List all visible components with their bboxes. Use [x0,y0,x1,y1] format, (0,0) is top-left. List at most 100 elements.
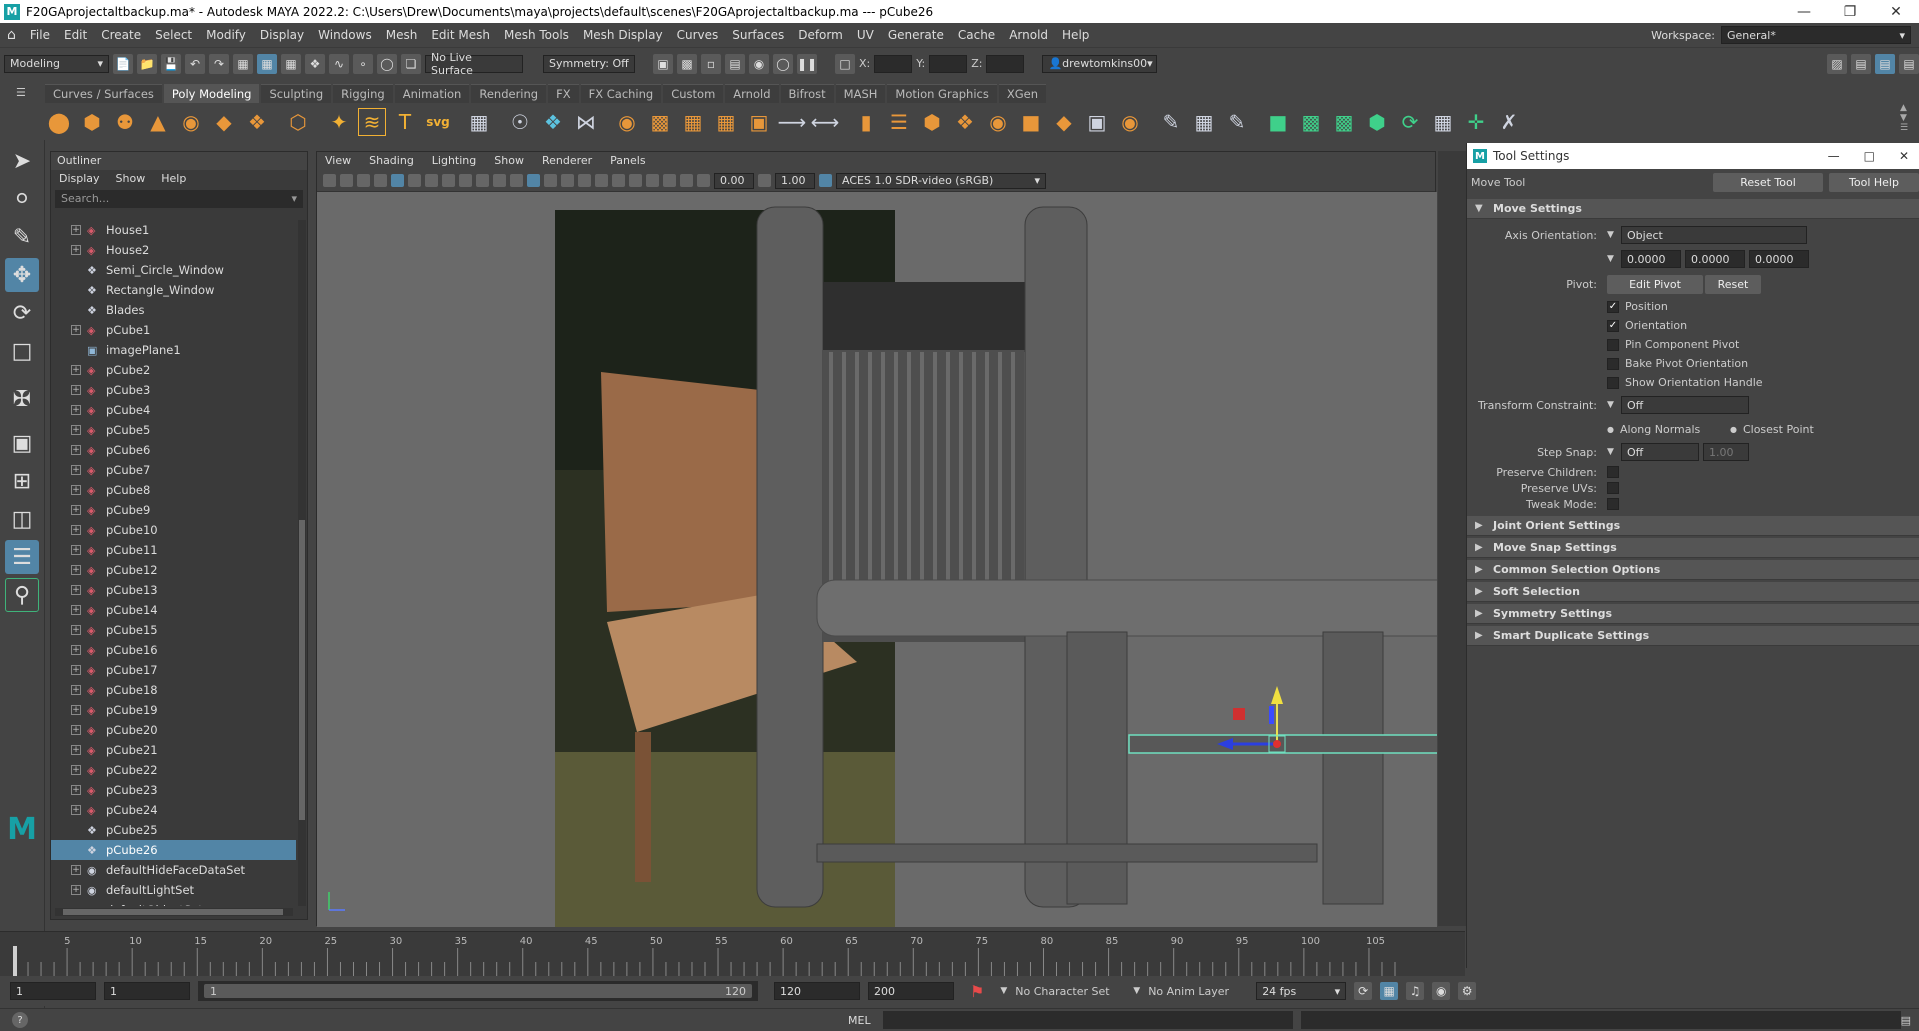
close-icon[interactable]: ✕ [1873,4,1919,20]
render-frame-icon[interactable]: ▩ [677,53,697,74]
uv-spherical-icon[interactable]: ▩ [1330,108,1358,136]
xray-joints-icon[interactable] [663,174,676,187]
shelf-tab-fx[interactable]: FX [548,84,579,103]
tool-help-button[interactable]: Tool Help [1829,172,1919,192]
select-object-icon[interactable]: ▦ [257,53,277,74]
outliner-menu-help[interactable]: Help [161,172,186,186]
outliner-item[interactable]: + ◈ pCube23 [51,780,296,800]
fps-dropdown[interactable]: 24 fps ▾ [1256,982,1347,1000]
backface-icon[interactable] [680,174,693,187]
viewport-menu-renderer[interactable]: Renderer [542,154,592,168]
wireframe-icon[interactable] [510,174,523,187]
preserve-uvs-checkbox[interactable] [1607,482,1619,494]
menu-mesh-tools[interactable]: Mesh Tools [497,28,576,42]
checkbox-checked-icon[interactable]: ✓ [1607,300,1619,313]
tool-settings-icon[interactable]: ▤ [1875,53,1895,74]
circularize-icon[interactable]: ■ [1017,108,1045,136]
3d-scene-view[interactable] [317,192,1437,927]
radio-selected-icon[interactable]: ● [1607,425,1614,434]
two-view-icon[interactable]: ◫ [5,502,39,536]
expand-plus-icon[interactable]: + [71,705,81,715]
start-frame-field[interactable]: 1 [10,982,96,1000]
select-component-icon[interactable]: ▦ [281,53,301,74]
poly-sphere-icon[interactable]: ⬤ [45,108,73,136]
camera-icon[interactable] [323,174,336,187]
separate-icon[interactable]: ❖ [539,108,567,136]
auto-key-icon[interactable]: ⚑ [970,982,984,1001]
menu-generate[interactable]: Generate [881,28,951,42]
dropdown-arrow-icon[interactable]: ▼ [1607,400,1621,410]
outliner-item[interactable]: + ◈ pCube1 [51,320,296,340]
viewport-menu-shading[interactable]: Shading [369,154,414,168]
outliner-item[interactable]: ◉ defaultObjectSet [51,900,296,906]
snap-point-icon[interactable]: ∘ [353,53,373,74]
uv-unfold-icon[interactable]: ⟳ [1396,108,1424,136]
chamfer-icon[interactable]: ◉ [1116,108,1144,136]
shelf-tab-curves-surfaces[interactable]: Curves / Surfaces [45,84,162,103]
remesh-icon[interactable]: ▦ [679,108,707,136]
outliner-item[interactable]: + ◈ pCube17 [51,660,296,680]
checkbox-unchecked-icon[interactable] [1607,357,1619,370]
menu-deform[interactable]: Deform [791,28,850,42]
expand-plus-icon[interactable]: + [71,505,81,515]
expand-plus-icon[interactable]: + [71,765,81,775]
snap-view-icon[interactable]: ◯ [377,53,397,74]
transform-constraint-field[interactable]: Off [1621,396,1749,414]
collapse-icon[interactable]: ◆ [1050,108,1078,136]
rotate-tool-icon[interactable]: ⟳ [5,296,39,330]
user-account-dropdown[interactable]: 👤 drewtomkins00 ▾ [1042,54,1158,73]
uv-planar-icon[interactable]: ■ [1264,108,1292,136]
menu-create[interactable]: Create [94,28,148,42]
resolution-gate-icon[interactable] [425,174,438,187]
command-input[interactable] [882,1011,1293,1029]
outliner-item[interactable]: + ◈ pCube24 [51,800,296,820]
step-snap-field[interactable]: Off [1621,443,1699,461]
outliner-item[interactable]: ▣ imagePlane1 [51,340,296,360]
exposure-field[interactable]: 0.00 [714,172,754,189]
minimize-icon[interactable]: — [1828,149,1840,163]
radio-unselected-icon[interactable]: ● [1730,425,1737,434]
outliner-item[interactable]: + ◈ pCube12 [51,560,296,580]
dropdown-arrow-icon[interactable]: ▼ [1607,447,1621,457]
menu-mesh[interactable]: Mesh [379,28,425,42]
uv-cylindrical-icon[interactable]: ▩ [1297,108,1325,136]
expand-plus-icon[interactable]: + [71,685,81,695]
maximize-icon[interactable]: □ [1864,149,1875,163]
outliner-item[interactable]: + ◈ pCube3 [51,380,296,400]
merge-icon[interactable]: ▣ [1083,108,1111,136]
current-frame-field[interactable]: 1 [104,982,190,1000]
section-symmetry-settings[interactable]: ▶ Symmetry Settings [1467,604,1919,624]
viewport-menu-lighting[interactable]: Lighting [432,154,476,168]
expand-plus-icon[interactable]: + [71,325,81,335]
section-joint-orient-settings[interactable]: ▶ Joint Orient Settings [1467,516,1919,536]
tweak-mode-checkbox[interactable] [1607,498,1619,510]
lasso-tool-icon[interactable]: ⚪ [5,182,39,216]
shelf-tab-rendering[interactable]: Rendering [471,84,547,103]
type-icon[interactable]: T [391,108,419,136]
snap-surface-icon[interactable]: ❏ [401,53,421,74]
character-set-label[interactable]: No Character Set [1015,985,1125,998]
bevel-icon[interactable]: ⬢ [918,108,946,136]
expand-plus-icon[interactable]: + [71,225,81,235]
shadows-icon[interactable] [595,174,608,187]
shelf-tab-poly-modeling[interactable]: Poly Modeling [163,84,260,103]
shelf-menu-icon[interactable]: ☰ [16,86,30,100]
outliner-menu-display[interactable]: Display [59,172,100,186]
outliner-item[interactable]: + ◈ pCube4 [51,400,296,420]
shelf-scroll-icon[interactable]: ▲ ▼ ☰ [1900,103,1914,140]
outliner-item[interactable]: ❖ pCube26 [51,840,296,860]
outliner-item[interactable]: + ◈ House1 [51,220,296,240]
textured-icon[interactable] [561,174,574,187]
menu-cache[interactable]: Cache [951,28,1002,42]
outliner-item[interactable]: + ◈ pCube21 [51,740,296,760]
shelf-tab-mash[interactable]: MASH [835,84,886,103]
orient-z-field[interactable]: 0.0000 [1749,250,1809,268]
outliner-item[interactable]: ❖ Blades [51,300,296,320]
menu-mesh-display[interactable]: Mesh Display [576,28,670,42]
select-hierarchy-icon[interactable]: ▦ [233,53,253,74]
anim-prefs-icon[interactable]: ◉ [1432,982,1451,1000]
current-time-indicator[interactable] [13,946,17,976]
poly-torus-icon[interactable]: ◉ [177,108,205,136]
smooth-shade-icon[interactable] [527,174,540,187]
single-view-icon[interactable]: ▣ [5,426,39,460]
